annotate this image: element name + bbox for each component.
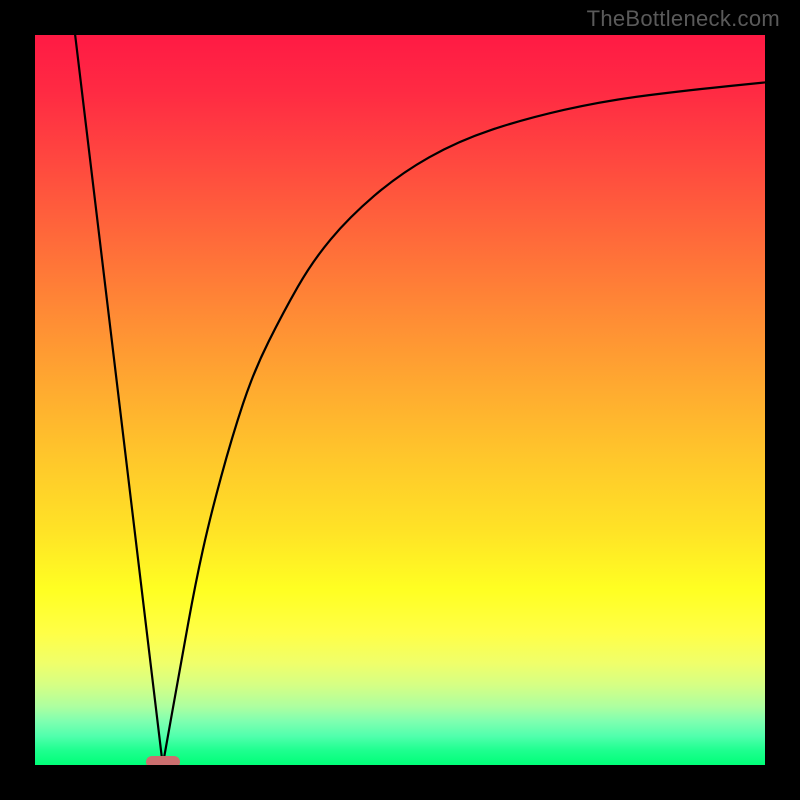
- watermark-text: TheBottleneck.com: [587, 6, 780, 32]
- bottleneck-curve: [35, 35, 765, 765]
- chart-frame: TheBottleneck.com: [0, 0, 800, 800]
- optimum-marker: [146, 756, 180, 765]
- plot-area: [35, 35, 765, 765]
